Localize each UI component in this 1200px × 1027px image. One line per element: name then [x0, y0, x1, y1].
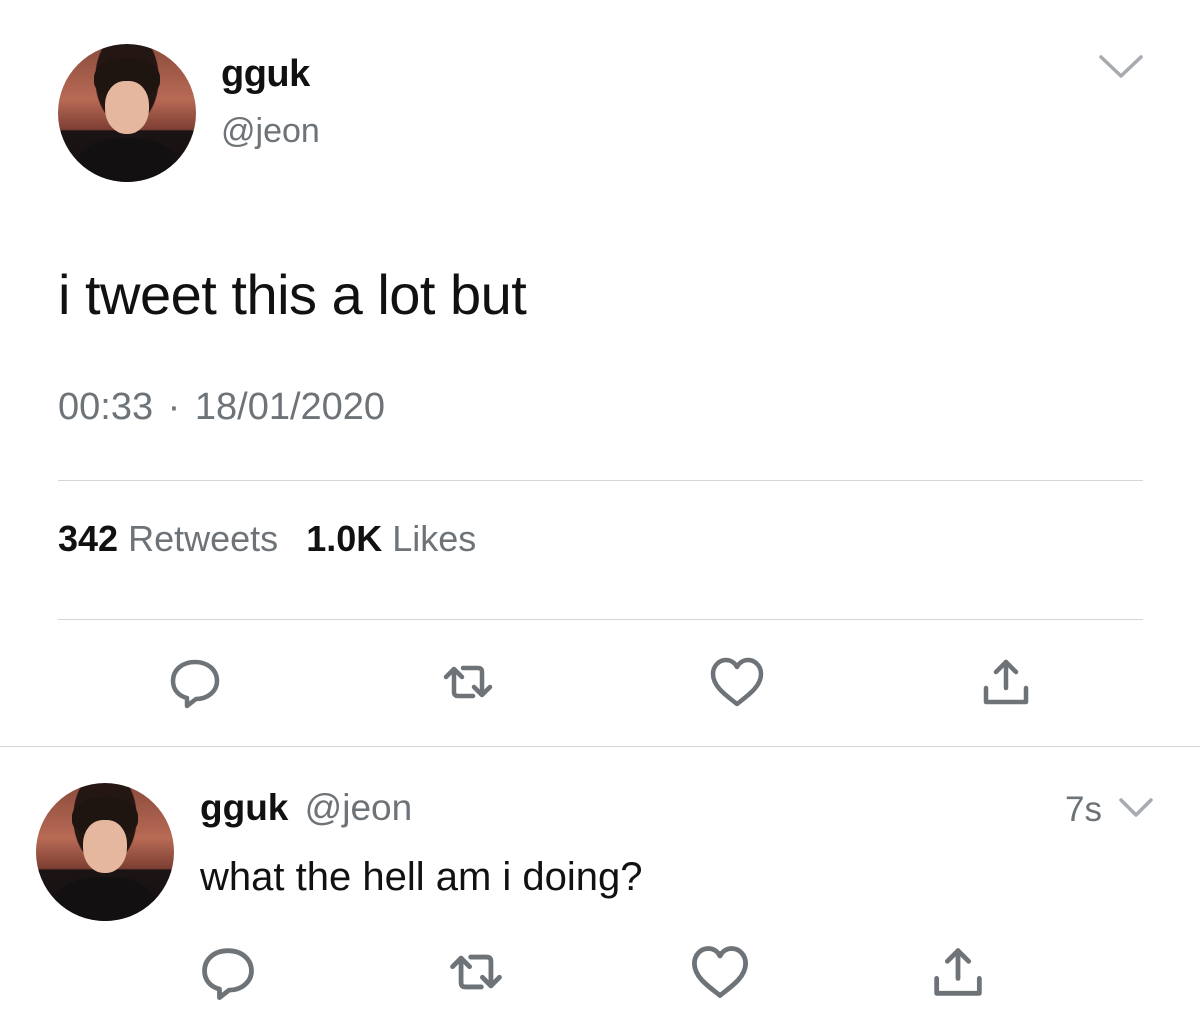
like-button[interactable]: [688, 940, 752, 1004]
share-button[interactable]: [976, 652, 1036, 712]
retweet-icon: [443, 665, 493, 699]
reply-display-name[interactable]: gguk: [200, 787, 288, 828]
tweet-text: i tweet this a lot but: [58, 263, 527, 326]
likes-stat[interactable]: 1.0K Likes: [306, 518, 476, 559]
share-button[interactable]: [926, 940, 990, 1004]
reply-avatar[interactable]: [36, 783, 174, 921]
heart-icon: [710, 657, 764, 707]
divider: [58, 619, 1143, 620]
chevron-down-icon[interactable]: [1118, 797, 1154, 819]
likes-label: Likes: [392, 518, 477, 559]
avatar-face: [82, 820, 128, 873]
reply-text: what the hell am i doing?: [200, 855, 643, 899]
avatar-shirt: [74, 137, 180, 182]
share-icon: [934, 948, 982, 996]
retweet-button[interactable]: [444, 940, 508, 1004]
reply-button[interactable]: [165, 652, 225, 712]
avatar-face: [104, 81, 150, 134]
retweet-button[interactable]: [438, 652, 498, 712]
retweets-count: 342: [58, 518, 119, 559]
avatar-shirt: [52, 876, 158, 921]
tweet-time: 00:33: [58, 386, 154, 428]
reply-button[interactable]: [196, 940, 260, 1004]
meta-separator: ·: [167, 386, 181, 428]
tweet-stats: 342 Retweets 1.0K Likes: [58, 518, 476, 560]
chevron-down-icon[interactable]: [1098, 54, 1144, 80]
tweet-timestamp[interactable]: 00:33 · 18/01/2020: [58, 386, 385, 429]
display-name[interactable]: gguk: [221, 53, 310, 96]
reply-user-handle[interactable]: @jeon: [305, 787, 413, 828]
retweets-label: Retweets: [128, 518, 279, 559]
divider: [58, 480, 1143, 481]
retweets-stat[interactable]: 342 Retweets: [58, 518, 278, 559]
heart-icon: [692, 946, 748, 998]
reply-time-ago[interactable]: 7s: [1065, 790, 1102, 830]
reply-header: gguk @jeon: [200, 787, 412, 829]
share-icon: [983, 659, 1029, 705]
user-handle[interactable]: @jeon: [221, 112, 320, 151]
reply-icon: [170, 659, 220, 709]
like-button[interactable]: [707, 652, 767, 712]
reply-icon: [202, 948, 254, 1000]
tweet-date: 18/01/2020: [194, 386, 386, 428]
retweet-icon: [450, 954, 502, 990]
avatar[interactable]: [58, 44, 196, 182]
likes-count: 1.0K: [306, 518, 383, 559]
divider: [0, 746, 1200, 747]
